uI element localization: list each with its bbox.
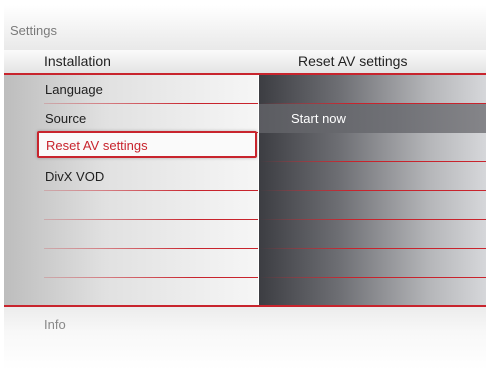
menu-item-divx-vod[interactable]: DivX VOD [4,162,258,191]
submenu-row-empty [259,278,486,305]
header-reset-av-settings: Reset AV settings [298,53,408,69]
menu-item-label: Reset AV settings [46,138,148,153]
submenu-row-empty [259,162,486,191]
menu-item-language[interactable]: Language [4,75,258,104]
menu-item-label: Language [45,82,103,97]
menu-item-source[interactable]: Source [4,104,258,133]
menu-item-reset-av-settings[interactable]: Reset AV settings [37,131,257,158]
menu-item-empty [4,220,258,249]
menu-item-empty [4,191,258,220]
menu-item-label: Source [45,111,87,126]
submenu-row-empty [259,249,486,278]
menu-item-empty [4,249,258,278]
column-header: Installation Reset AV settings [4,50,486,75]
header-installation: Installation [44,53,111,69]
info-footer: Info [4,307,486,370]
submenu-row-empty [259,191,486,220]
info-label: Info [44,317,66,332]
menu-item-label: DivX VOD [45,169,105,184]
settings-title: Settings [10,23,57,38]
submenu-item-start-now[interactable]: Start now [259,104,486,133]
submenu-row-empty [259,220,486,249]
submenu-panel: Start now [259,75,486,305]
settings-title-bar: Settings [4,5,486,50]
submenu-row-empty [259,75,486,104]
main-menu: Language Source Reset AV settings DivX V… [4,75,258,305]
menu-item-empty [4,278,258,305]
submenu-row-empty [259,133,486,162]
submenu-item-label: Start now [291,111,346,126]
